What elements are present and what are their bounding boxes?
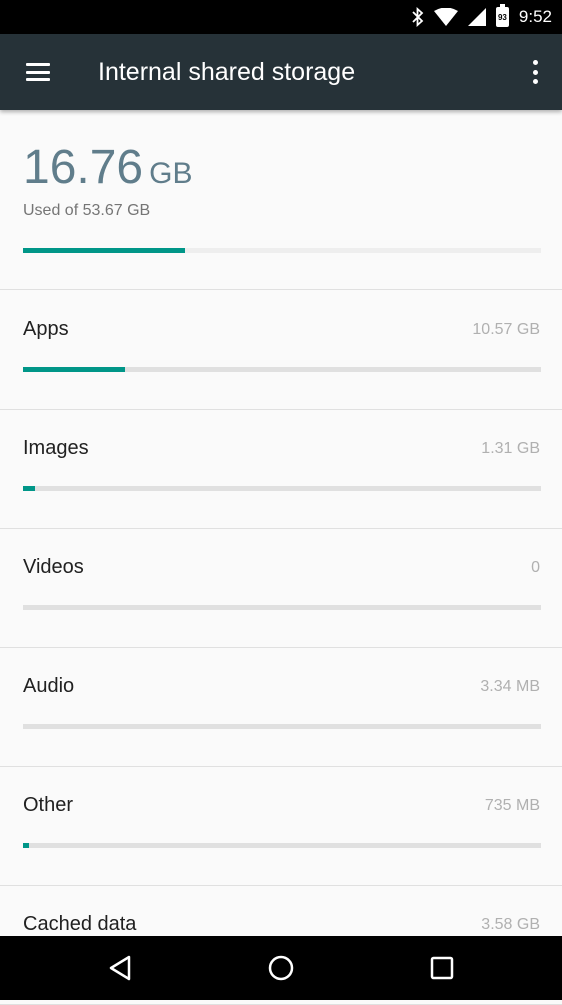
navigation-bar [0, 936, 562, 1000]
used-unit: GB [149, 157, 193, 190]
category-label: Cached data [23, 913, 137, 935]
category-size: 1.31 GB [481, 440, 540, 457]
category-row-videos[interactable]: Videos 0 [0, 529, 562, 648]
home-button[interactable] [251, 943, 311, 993]
back-button[interactable] [90, 943, 150, 993]
used-amount: 16.76 GB [23, 140, 192, 195]
category-row-other[interactable]: Other 735 MB [0, 767, 562, 886]
more-options-icon[interactable] [532, 60, 538, 84]
category-bar [23, 486, 541, 491]
used-value: 16.76 [23, 141, 144, 194]
category-size: 10.57 GB [472, 321, 540, 338]
category-label: Images [23, 437, 89, 459]
bluetooth-icon [412, 7, 424, 27]
category-label: Audio [23, 675, 75, 697]
category-size: 3.34 MB [480, 678, 540, 695]
category-label: Apps [23, 318, 69, 340]
category-row-audio[interactable]: Audio 3.34 MB [0, 648, 562, 767]
home-icon [268, 955, 294, 981]
storage-summary: 16.76 GB Used of 53.67 GB [0, 110, 562, 290]
cell-signal-icon [467, 8, 486, 26]
battery-level: 93 [497, 12, 507, 22]
category-bar-fill [23, 367, 126, 372]
page-title: Internal shared storage [98, 57, 356, 86]
menu-icon[interactable] [26, 63, 50, 81]
category-bar [23, 367, 541, 372]
category-bar [23, 843, 541, 848]
category-size: 0 [531, 559, 540, 576]
status-time: 9:52 [518, 7, 552, 26]
category-bar [23, 724, 541, 729]
battery-icon: 93 [495, 4, 509, 27]
category-size: 735 MB [484, 797, 540, 814]
recents-button[interactable] [412, 943, 472, 993]
recents-icon [430, 956, 453, 980]
category-row-apps[interactable]: Apps 10.57 GB [0, 291, 562, 410]
app-bar: Internal shared storage [0, 34, 562, 110]
status-bar: 93 9:52 [0, 0, 562, 34]
category-label: Videos [23, 556, 84, 578]
used-of-total: Used of 53.67 GB [23, 202, 151, 219]
back-icon [110, 955, 131, 981]
total-usage-fill [23, 248, 185, 253]
category-row-images[interactable]: Images 1.31 GB [0, 410, 562, 529]
wifi-icon [433, 8, 458, 26]
total-usage-bar [23, 248, 541, 253]
category-bar [23, 605, 541, 610]
category-size: 3.58 GB [481, 916, 540, 933]
category-bar-fill [23, 486, 36, 491]
category-label: Other [23, 794, 74, 816]
category-bar-fill [23, 843, 30, 848]
